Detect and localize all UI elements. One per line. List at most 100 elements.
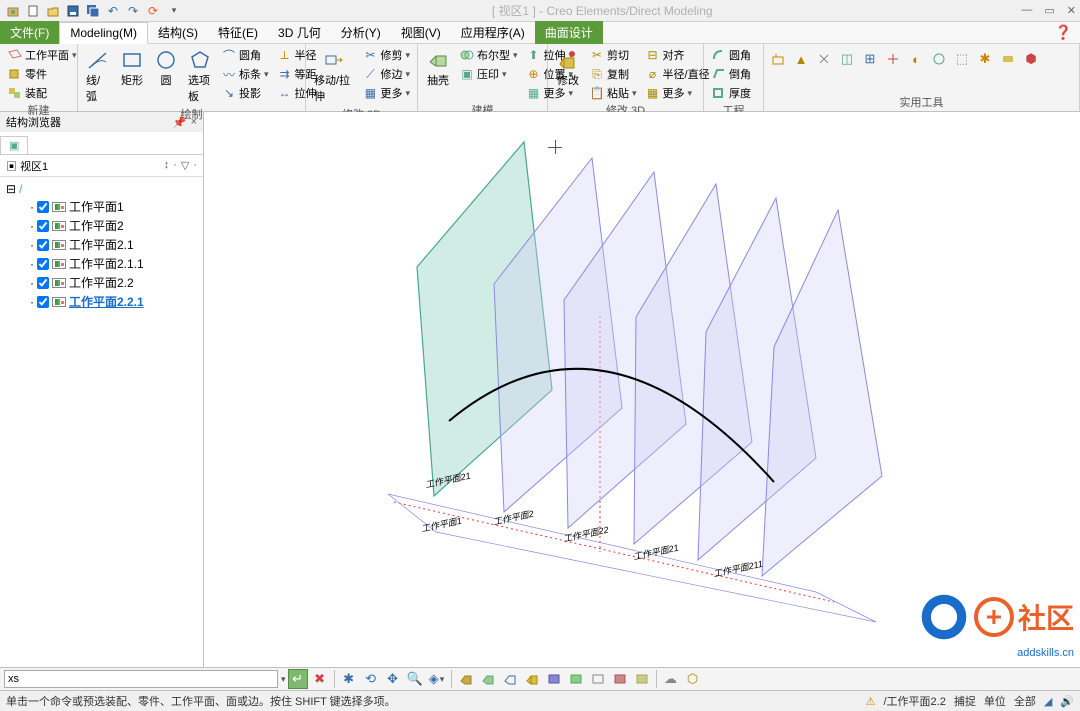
extra-1[interactable]: ☁ [661,669,681,689]
tree-item[interactable]: ·工作平面2.1.1 [6,254,197,273]
util-7[interactable]: ◐ [906,49,926,69]
menu-modeling[interactable]: Modeling(M) [59,22,148,44]
group-new[interactable]: 新建 [4,102,73,119]
modify3d-radius[interactable]: ⌀半径/直径 [642,65,713,83]
tree-checkbox[interactable] [37,277,49,289]
qat-undo-icon[interactable]: ↶ [104,2,122,20]
cmd-enter[interactable]: ↵ [288,669,308,689]
menu-view[interactable]: 视图(V) [391,21,451,44]
render-1[interactable] [456,669,476,689]
model-boolean[interactable]: 布尔型▾ [456,46,521,64]
tree-root[interactable]: ⊟/ [6,181,197,197]
eng-thickness[interactable]: 厚度 [708,84,754,102]
qat-dropdown[interactable]: ▾ [165,2,183,20]
tree-item[interactable]: ·工作平面2 [6,216,197,235]
modify3d-more[interactable]: ▦更多▾ [642,84,713,102]
modify3d-paste[interactable]: 📋粘贴▾ [586,84,640,102]
eng-chamfer[interactable]: 倒角 [708,65,754,83]
extra-2[interactable]: ⬡ [683,669,703,689]
tree-checkbox[interactable] [37,239,49,251]
eng-fillet[interactable]: 圆角 [708,46,754,64]
menu-analysis[interactable]: 分析(Y) [331,21,391,44]
menu-feature[interactable]: 特征(E) [208,21,268,44]
draw-fillet[interactable]: ⌒圆角 [218,46,272,64]
help-icon[interactable]: ❓ [1055,24,1072,41]
status-all[interactable]: 全部 [1014,693,1036,709]
render-7[interactable] [588,669,608,689]
tree-checkbox[interactable] [37,258,49,270]
menu-file[interactable]: 文件(F) [0,21,59,44]
qat-refresh-icon[interactable]: ⟳ [144,2,162,20]
draw-line-arc[interactable]: 线/弧 [82,46,114,106]
model-imprint[interactable]: ▣压印▾ [456,65,521,83]
view-more[interactable]: ◈▾ [427,669,447,689]
minimize-icon[interactable]: ― [1021,4,1032,17]
util-1[interactable] [768,49,788,69]
tree-item[interactable]: ·工作平面2.2 [6,273,197,292]
tree-checkbox[interactable] [37,296,49,308]
modify3d-align[interactable]: ⊟对齐 [642,46,713,64]
menu-app[interactable]: 应用程序(A) [451,21,535,44]
close-icon[interactable]: ✕ [1067,4,1076,17]
modify2d-move[interactable]: 移动/拉伸 [310,46,357,106]
menu-structure[interactable]: 结构(S) [148,21,208,44]
status-vol-icon[interactable]: ◢ [1044,695,1052,708]
modify2d-trimedge[interactable]: ⟋修边▾ [359,65,413,83]
modify2d-more[interactable]: ▦更多▾ [359,84,413,102]
status-snap[interactable]: 捕捉 [954,693,976,709]
qat-redo-icon[interactable]: ↷ [124,2,142,20]
new-workplane[interactable]: 工作平面▾ [4,46,80,64]
modify3d-cut[interactable]: ✂剪切 [586,46,640,64]
util-6[interactable] [883,49,903,69]
sidebar-tab[interactable]: ▣ [0,136,28,154]
view-zoom[interactable]: 🔍 [405,669,425,689]
modify3d-copy[interactable]: ⎘复制 [586,65,640,83]
qat-saveall-icon[interactable] [84,2,102,20]
status-warn-icon[interactable]: ⚠ [866,695,876,708]
tree-item[interactable]: ·工作平面1 [6,197,197,216]
tree-checkbox[interactable] [37,201,49,213]
menu-surface[interactable]: 曲面设计 [535,21,603,44]
util-10[interactable]: ✱ [975,49,995,69]
view-rotate[interactable]: ⟲ [361,669,381,689]
util-8[interactable] [929,49,949,69]
draw-polygon[interactable]: 选项板 [184,46,216,106]
status-audio-icon[interactable]: 🔊 [1060,695,1074,708]
view-axo[interactable]: ✱ [339,669,359,689]
maximize-icon[interactable]: ▭ [1044,4,1054,17]
render-9[interactable] [632,669,652,689]
sort-icon[interactable]: ↕ [164,159,170,172]
draw-spline[interactable]: 〰标条▾ [218,65,272,83]
render-4[interactable] [522,669,542,689]
util-4[interactable]: ◫ [837,49,857,69]
draw-project[interactable]: ↘投影 [218,84,272,102]
status-units[interactable]: 单位 [984,693,1006,709]
view-pan[interactable]: ✥ [383,669,403,689]
new-part[interactable]: 零件 [4,65,80,83]
render-3[interactable] [500,669,520,689]
qat-save-icon[interactable] [64,2,82,20]
util-11[interactable] [998,49,1018,69]
draw-circle[interactable]: 圆 [150,46,182,90]
modify3d-modify[interactable]: 修改 [552,46,584,90]
group-util[interactable]: 实用工具 [768,94,1075,111]
render-6[interactable] [566,669,586,689]
modify2d-trim[interactable]: ✂修剪▾ [359,46,413,64]
cmd-history-dropdown[interactable]: ▾ [281,674,286,685]
menu-3dgeom[interactable]: 3D 几何 [268,21,331,44]
util-2[interactable]: ▲ [791,49,811,69]
util-5[interactable]: ⊞ [860,49,880,69]
render-5[interactable] [544,669,564,689]
qat-app-icon[interactable] [4,2,22,20]
structure-tree[interactable]: ⊟/ ·工作平面1·工作平面2·工作平面2.1·工作平面2.1.1·工作平面2.… [0,177,203,667]
tree-item[interactable]: ·工作平面2.2.1 [6,292,197,311]
cmd-cancel[interactable]: ✖ [310,669,330,689]
3d-viewport[interactable]: 工作平面21 工作平面1 工作平面2 工作平面22 工作平面21 工作平面211… [204,112,1080,667]
util-12[interactable]: ⬢ [1021,49,1041,69]
tree-item[interactable]: ·工作平面2.1 [6,235,197,254]
model-shell[interactable]: 抽壳 [422,46,454,90]
render-8[interactable] [610,669,630,689]
qat-open-icon[interactable] [44,2,62,20]
util-3[interactable] [814,49,834,69]
qat-new-icon[interactable] [24,2,42,20]
